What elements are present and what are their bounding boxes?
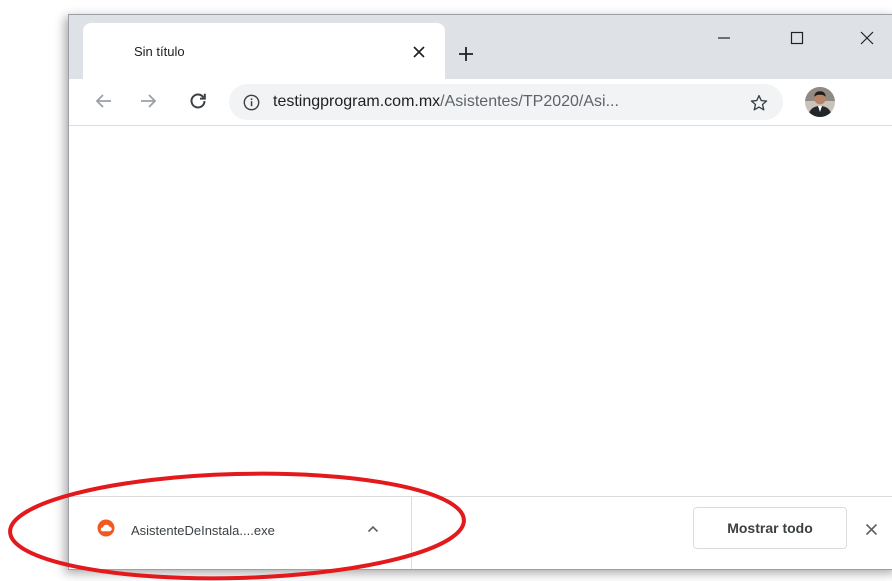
back-arrow-icon[interactable] xyxy=(89,86,119,116)
url-text[interactable]: testingprogram.com.mx/Asistentes/TP2020/… xyxy=(273,93,619,111)
page-content xyxy=(69,126,892,496)
maximize-icon[interactable] xyxy=(773,21,821,55)
download-bar-close-icon[interactable] xyxy=(859,517,883,541)
address-bar[interactable]: testingprogram.com.mx/Asistentes/TP2020/… xyxy=(229,84,783,120)
tab-close-icon[interactable] xyxy=(408,41,430,63)
browser-window: Sin título testingprogram.com.mx/Asisten… xyxy=(68,14,892,570)
download-item[interactable]: AsistenteDeInstala....exe xyxy=(69,497,412,569)
url-path: /Asistentes/TP2020/Asi... xyxy=(440,93,619,110)
chevron-up-icon[interactable] xyxy=(361,517,385,541)
window-close-icon[interactable] xyxy=(843,21,891,55)
info-icon[interactable] xyxy=(242,93,260,111)
navigation-toolbar: testingprogram.com.mx/Asistentes/TP2020/… xyxy=(69,79,892,126)
tab-title: Sin título xyxy=(134,44,185,59)
show-all-button[interactable]: Mostrar todo xyxy=(693,507,847,549)
cloud-icon xyxy=(97,519,115,537)
new-tab-plus-icon[interactable] xyxy=(451,39,481,69)
reload-icon[interactable] xyxy=(183,86,213,116)
download-bar: AsistenteDeInstala....exe Mostrar todo xyxy=(69,496,892,569)
title-bar: Sin título xyxy=(69,15,892,79)
forward-arrow-icon[interactable] xyxy=(133,86,163,116)
download-file-name: AsistenteDeInstala....exe xyxy=(131,523,275,538)
bookmark-star-icon[interactable] xyxy=(747,91,771,115)
minimize-icon[interactable] xyxy=(700,21,748,55)
url-host: testingprogram.com.mx xyxy=(273,93,441,110)
profile-avatar[interactable] xyxy=(805,87,835,117)
browser-tab[interactable]: Sin título xyxy=(83,23,445,79)
